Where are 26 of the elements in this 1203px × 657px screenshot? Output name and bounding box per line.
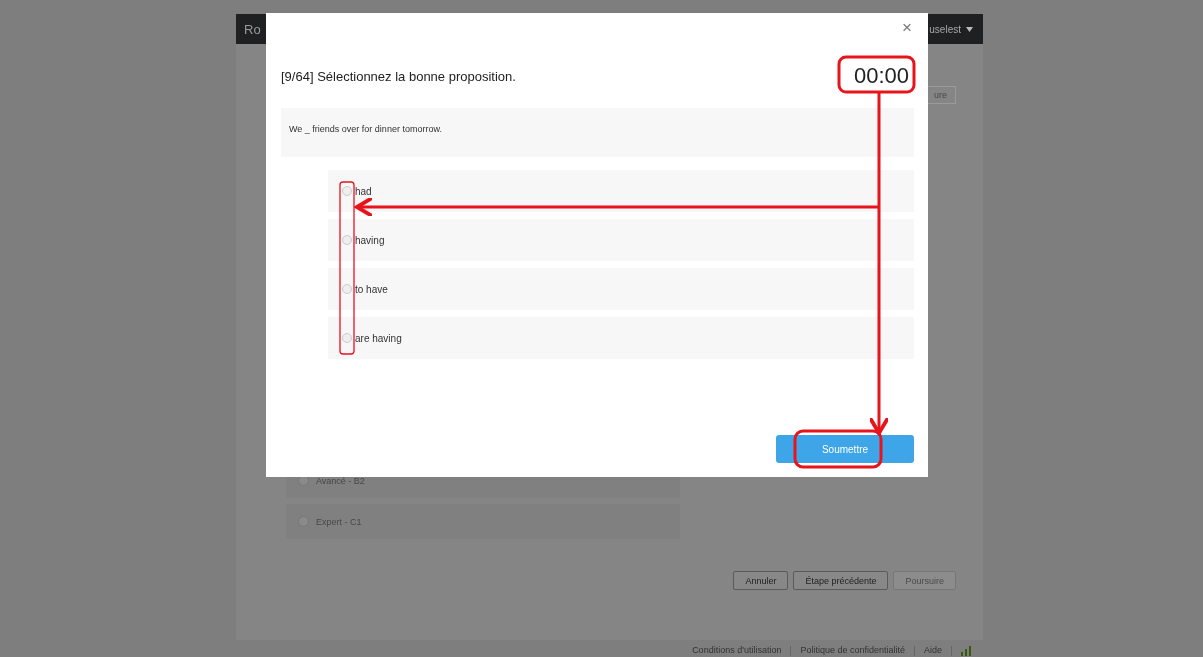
question-text: We _ friends over for dinner tomorrow. xyxy=(289,124,442,134)
radio-button[interactable] xyxy=(342,186,352,196)
action-button[interactable]: Annuler xyxy=(733,571,789,590)
question-title: [9/64] Sélectionnez la bonne proposition. xyxy=(281,68,516,84)
answer-option[interactable]: are having xyxy=(328,317,914,359)
option-label: are having xyxy=(355,332,402,344)
footer-link[interactable]: Aide xyxy=(924,645,942,656)
caret-icon xyxy=(966,26,973,32)
option-label: having xyxy=(355,234,385,246)
brand-text: Ro xyxy=(244,21,261,37)
footer-link[interactable]: Conditions d'utilisation xyxy=(692,645,782,656)
answer-option[interactable]: to have xyxy=(328,268,914,310)
signal-bars-icon xyxy=(961,645,971,656)
user-menu[interactable]: uselest xyxy=(929,23,961,35)
answer-option[interactable]: having xyxy=(328,219,914,261)
radio-button[interactable] xyxy=(342,235,352,245)
submit-button[interactable]: Soumettre xyxy=(776,435,914,463)
action-button[interactable]: Étape précédente xyxy=(793,571,889,590)
timer: 00:00 xyxy=(853,63,909,89)
option-label: had xyxy=(355,185,372,197)
radio-button[interactable] xyxy=(342,284,352,294)
close-button[interactable]: × xyxy=(902,19,912,39)
answer-option[interactable]: had xyxy=(328,170,914,212)
option-label: to have xyxy=(355,283,388,295)
radio-button[interactable] xyxy=(342,333,352,343)
footer-link[interactable]: Politique de confidentialité xyxy=(800,645,905,656)
